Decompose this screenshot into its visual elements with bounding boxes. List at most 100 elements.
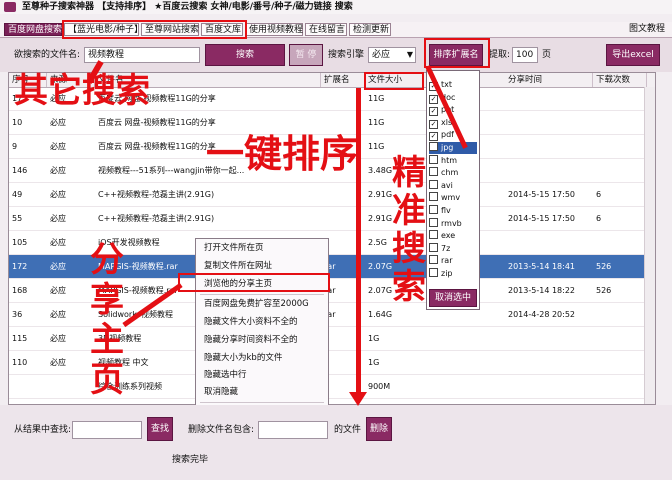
menu-graphic-tutorial[interactable]: 图文教程 xyxy=(626,23,668,36)
extension-option[interactable]: zip xyxy=(429,268,453,280)
ctx-expand-storage[interactable]: 百度网盘免费扩容至2000G xyxy=(204,297,309,311)
checkbox-icon[interactable] xyxy=(429,179,438,189)
extension-option[interactable]: jpg xyxy=(429,142,477,154)
cell-share-time xyxy=(505,351,593,375)
vertical-scrollbar[interactable] xyxy=(644,87,655,404)
extension-option-label: pdf xyxy=(441,130,454,140)
search-button[interactable]: 搜索 xyxy=(205,44,285,66)
cell-filesize: 900M xyxy=(368,382,391,391)
cell-source: 必应 xyxy=(50,166,66,175)
cell-filesize: 1G xyxy=(368,334,380,343)
extension-option[interactable]: chm xyxy=(429,167,458,179)
window-title: 至尊种子搜索神器 【支持排序】 ★百度云搜索 女神/电影/番号/种子/磁力链接 … xyxy=(0,0,672,14)
checkbox-icon[interactable] xyxy=(429,255,438,265)
menu-divider xyxy=(200,402,324,403)
checkbox-icon[interactable] xyxy=(429,205,438,214)
checkbox-icon[interactable] xyxy=(429,192,438,202)
ctx-hide-no-size[interactable]: 隐藏文件大小资料不全的 xyxy=(204,315,298,329)
cell-share-time: 2013-5-14 18:41 xyxy=(508,262,575,271)
menu-video-tutorial[interactable]: 使用视频教程 xyxy=(245,23,303,36)
cell-index: 146 xyxy=(12,166,28,175)
ctx-open-page[interactable]: 打开文件所在页 xyxy=(204,241,264,255)
cell-index: 49 xyxy=(12,190,23,199)
menu-update[interactable]: 检测更新 xyxy=(349,23,391,36)
checkbox-icon[interactable]: ✓ xyxy=(429,107,438,117)
cell-share-time xyxy=(505,231,593,255)
filter-label: 从结果中查找: xyxy=(14,425,72,435)
cell-index xyxy=(9,375,47,399)
extension-option[interactable]: htm xyxy=(429,154,457,167)
extension-option[interactable]: rar xyxy=(429,255,452,267)
filter-input[interactable] xyxy=(72,421,142,439)
cell-download-count xyxy=(593,303,647,327)
extension-option-label: htm xyxy=(441,155,457,165)
delete-input[interactable] xyxy=(258,421,328,439)
table-row[interactable]: 49 必应 C++视频教程-范磊主讲(2.91G) 2.91G 2014-5-15 17… xyxy=(9,183,655,207)
ctx-hide-no-time[interactable]: 隐藏分享时间资料不全的 xyxy=(204,333,298,347)
extension-option[interactable]: exe xyxy=(429,230,455,242)
cell-source: 必应 xyxy=(50,142,66,151)
pause-button[interactable]: 暂 停 xyxy=(289,44,323,66)
menu-message[interactable]: 在线留言 xyxy=(305,23,347,36)
cell-index: 110 xyxy=(12,358,28,367)
menu-divider xyxy=(200,294,324,295)
cell-download-count xyxy=(593,351,647,375)
ctx-hide-selected[interactable]: 隐藏选中行 xyxy=(204,368,247,382)
ctx-unhide[interactable]: 取消隐藏 xyxy=(204,385,238,399)
engine-select[interactable]: 必应 ▼ xyxy=(368,47,416,63)
cell-share-time xyxy=(505,135,593,159)
extension-option-label: chm xyxy=(441,168,459,178)
checkbox-icon[interactable] xyxy=(429,230,438,240)
cell-source: 必应 xyxy=(50,358,66,367)
checkbox-icon[interactable]: ✓ xyxy=(429,94,438,104)
extension-option-label: flv xyxy=(441,206,451,215)
ctx-hide-kb-files[interactable]: 隐藏大小为kb的文件 xyxy=(204,351,282,365)
menu-baidu-pan[interactable]: 百度网盘搜索 xyxy=(4,23,62,36)
cell-source xyxy=(47,375,95,399)
cell-download-count xyxy=(593,231,647,255)
cell-index: 10 xyxy=(12,118,23,127)
checkbox-icon[interactable]: ✓ xyxy=(429,119,438,129)
cell-filesize: 1G xyxy=(368,358,380,367)
cell-download-count: 526 xyxy=(596,286,612,295)
cell-download-count xyxy=(593,87,647,111)
checkbox-icon[interactable] xyxy=(429,154,438,164)
extension-option[interactable]: avi xyxy=(429,179,453,192)
extract-label: 提取: xyxy=(489,50,511,60)
extension-option-label: txt xyxy=(441,80,453,89)
extension-option[interactable]: 7z xyxy=(429,242,450,255)
cell-share-time: 2014-5-15 17:50 xyxy=(508,190,575,199)
table-row[interactable]: 55 必应 C++视频教程-范磊主讲(2.91G) 2.91G 2014-5-15 17… xyxy=(9,207,655,231)
header-download-count[interactable]: 下载次数 xyxy=(593,73,647,87)
checkbox-icon[interactable] xyxy=(429,142,438,151)
cell-share-time xyxy=(505,375,593,399)
highlight-other-search xyxy=(62,20,247,39)
checkbox-icon[interactable] xyxy=(429,217,438,227)
extension-option[interactable]: wmv xyxy=(429,192,460,204)
search-input[interactable]: 视频教程 xyxy=(84,47,200,63)
cancel-selection-button[interactable]: 取消选中 xyxy=(429,289,477,307)
annotation-precise-search: 精准搜索 xyxy=(392,153,426,307)
header-share-time[interactable]: 分享时间 xyxy=(505,73,593,87)
export-excel-button[interactable]: 导出excel xyxy=(606,44,660,66)
cell-source: 必应 xyxy=(50,334,66,343)
highlight-size-header xyxy=(364,72,424,90)
header-extension[interactable]: 扩展名 xyxy=(321,73,365,87)
cell-download-count xyxy=(593,111,647,135)
filter-button[interactable]: 查找 xyxy=(147,417,173,441)
extension-option[interactable]: ✓ pdf xyxy=(429,129,454,142)
cell-filesize: 11G xyxy=(368,118,385,127)
checkbox-icon[interactable]: ✓ xyxy=(429,132,438,142)
extract-pages-input[interactable]: 100 xyxy=(512,47,538,63)
chevron-down-icon: ▼ xyxy=(406,50,413,59)
ctx-copy-url[interactable]: 复制文件所在网址 xyxy=(204,259,272,273)
delete-suffix: 的文件 xyxy=(334,425,362,435)
extension-option[interactable]: rmvb xyxy=(429,217,462,230)
extension-option[interactable]: flv xyxy=(429,205,451,217)
cell-filename: C++视频教程-范磊主讲(2.91G) xyxy=(98,190,215,199)
delete-button[interactable]: 删除 xyxy=(366,417,392,441)
checkbox-icon[interactable] xyxy=(429,268,438,277)
cell-index: 55 xyxy=(12,214,23,223)
checkbox-icon[interactable] xyxy=(429,167,438,177)
checkbox-icon[interactable] xyxy=(429,242,438,252)
